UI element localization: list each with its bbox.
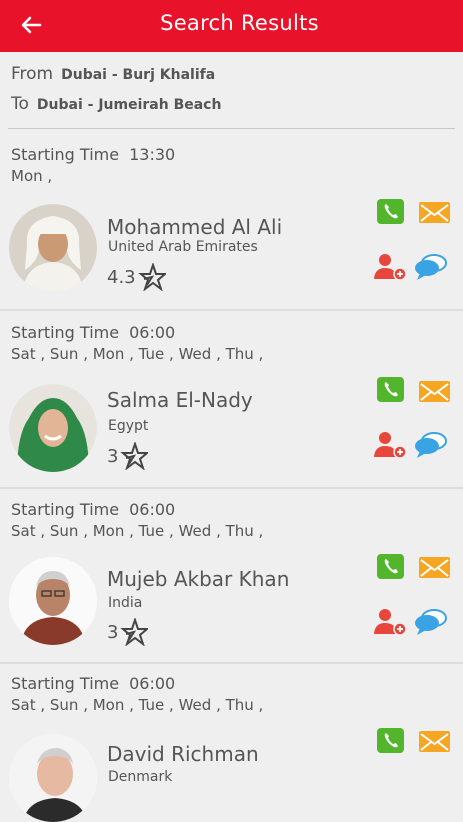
avatar bbox=[9, 734, 97, 822]
starting-time: Starting Time 13:30 bbox=[11, 145, 175, 164]
chat-button[interactable] bbox=[414, 431, 448, 459]
driver-name: Mujeb Akbar Khan bbox=[107, 567, 290, 591]
call-button[interactable] bbox=[377, 377, 404, 402]
card-separator bbox=[0, 662, 463, 664]
starting-time-label: Starting Time bbox=[11, 145, 120, 164]
driver-photo bbox=[9, 384, 97, 472]
app-bar: Search Results bbox=[0, 0, 463, 52]
to-row: To Dubai - Jumeirah Beach bbox=[11, 94, 221, 114]
phone-icon bbox=[384, 733, 398, 748]
from-row: From Dubai - Burj Khalifa bbox=[11, 64, 215, 84]
add-user-icon bbox=[374, 254, 407, 281]
star-icon bbox=[137, 263, 166, 291]
starting-time-value: 13:30 bbox=[129, 145, 176, 164]
chat-button[interactable] bbox=[414, 608, 448, 636]
avatar bbox=[9, 384, 97, 472]
driver-country: Denmark bbox=[108, 769, 173, 785]
starting-time-label: Starting Time bbox=[11, 323, 120, 342]
chat-bubbles-icon bbox=[415, 254, 447, 280]
avatar bbox=[9, 204, 97, 292]
starting-time-value: 06:00 bbox=[129, 323, 176, 342]
days-list: Sat , Sun , Mon , Tue , Wed , Thu , bbox=[11, 522, 264, 540]
page-title: Search Results bbox=[160, 11, 319, 35]
days-list: Sat , Sun , Mon , Tue , Wed , Thu , bbox=[11, 696, 264, 714]
driver-rating: 4.3 bbox=[107, 263, 166, 291]
days-list: Mon , bbox=[11, 167, 53, 185]
phone-icon bbox=[384, 204, 398, 219]
driver-photo bbox=[9, 734, 97, 822]
driver-photo bbox=[9, 557, 97, 645]
add-user-button[interactable] bbox=[373, 253, 407, 281]
call-button[interactable] bbox=[377, 554, 404, 579]
result-card[interactable]: Starting Time 06:00 Sat , Sun , Mon , Tue… bbox=[0, 674, 463, 822]
rating-value: 4.3 bbox=[107, 266, 136, 288]
call-button[interactable] bbox=[377, 728, 404, 753]
starting-time-label: Starting Time bbox=[11, 500, 120, 519]
envelope-icon bbox=[420, 559, 449, 577]
route-summary: From Dubai - Burj Khalifa To Dubai - Jum… bbox=[0, 52, 463, 128]
email-button[interactable] bbox=[419, 731, 450, 752]
card-separator bbox=[0, 309, 463, 311]
driver-name: Mohammed Al Ali bbox=[107, 215, 283, 239]
starting-time: Starting Time 06:00 bbox=[11, 323, 175, 342]
envelope-icon bbox=[420, 204, 449, 222]
starting-time: Starting Time 06:00 bbox=[11, 500, 175, 519]
add-user-button[interactable] bbox=[373, 431, 407, 459]
chat-button[interactable] bbox=[414, 253, 448, 281]
phone-icon bbox=[384, 382, 398, 397]
from-value: Dubai - Burj Khalifa bbox=[61, 67, 216, 83]
add-user-icon bbox=[374, 609, 407, 636]
star-icon bbox=[120, 618, 149, 646]
driver-rating: 3 bbox=[107, 442, 149, 470]
email-button[interactable] bbox=[419, 381, 450, 402]
driver-country: United Arab Emirates bbox=[108, 239, 258, 255]
envelope-icon bbox=[420, 733, 449, 751]
result-card[interactable]: Starting Time 13:30 Mon , Mohammed Al Ali… bbox=[0, 145, 463, 310]
avatar bbox=[9, 557, 97, 645]
add-user-icon bbox=[374, 432, 407, 459]
driver-photo bbox=[9, 204, 97, 292]
driver-country: Egypt bbox=[108, 418, 149, 434]
driver-name: David Richman bbox=[107, 742, 259, 766]
star-icon bbox=[120, 442, 149, 470]
envelope-icon bbox=[420, 383, 449, 401]
chat-bubbles-icon bbox=[415, 432, 447, 458]
driver-country: India bbox=[108, 595, 143, 611]
driver-rating: 3 bbox=[107, 618, 149, 646]
result-card[interactable]: Starting Time 06:00 Sat , Sun , Mon , Tue… bbox=[0, 323, 463, 488]
result-card[interactable]: Starting Time 06:00 Sat , Sun , Mon , Tue… bbox=[0, 500, 463, 663]
email-button[interactable] bbox=[419, 557, 450, 578]
to-value: Dubai - Jumeirah Beach bbox=[36, 97, 222, 113]
card-separator bbox=[0, 487, 463, 489]
days-list: Sat , Sun , Mon , Tue , Wed , Thu , bbox=[11, 345, 264, 363]
add-user-button[interactable] bbox=[373, 608, 407, 636]
chat-bubbles-icon bbox=[415, 609, 447, 635]
starting-time-value: 06:00 bbox=[129, 500, 176, 519]
call-button[interactable] bbox=[377, 199, 404, 224]
rating-value: 3 bbox=[107, 445, 119, 467]
email-button[interactable] bbox=[419, 202, 450, 223]
rating-value: 3 bbox=[107, 621, 119, 643]
to-label: To bbox=[11, 94, 29, 114]
driver-name: Salma El-Nady bbox=[107, 388, 253, 412]
starting-time-label: Starting Time bbox=[11, 674, 120, 693]
starting-time-value: 06:00 bbox=[129, 674, 176, 693]
starting-time: Starting Time 06:00 bbox=[11, 674, 175, 693]
from-label: From bbox=[11, 64, 54, 84]
phone-icon bbox=[384, 559, 398, 574]
route-divider bbox=[8, 128, 455, 129]
